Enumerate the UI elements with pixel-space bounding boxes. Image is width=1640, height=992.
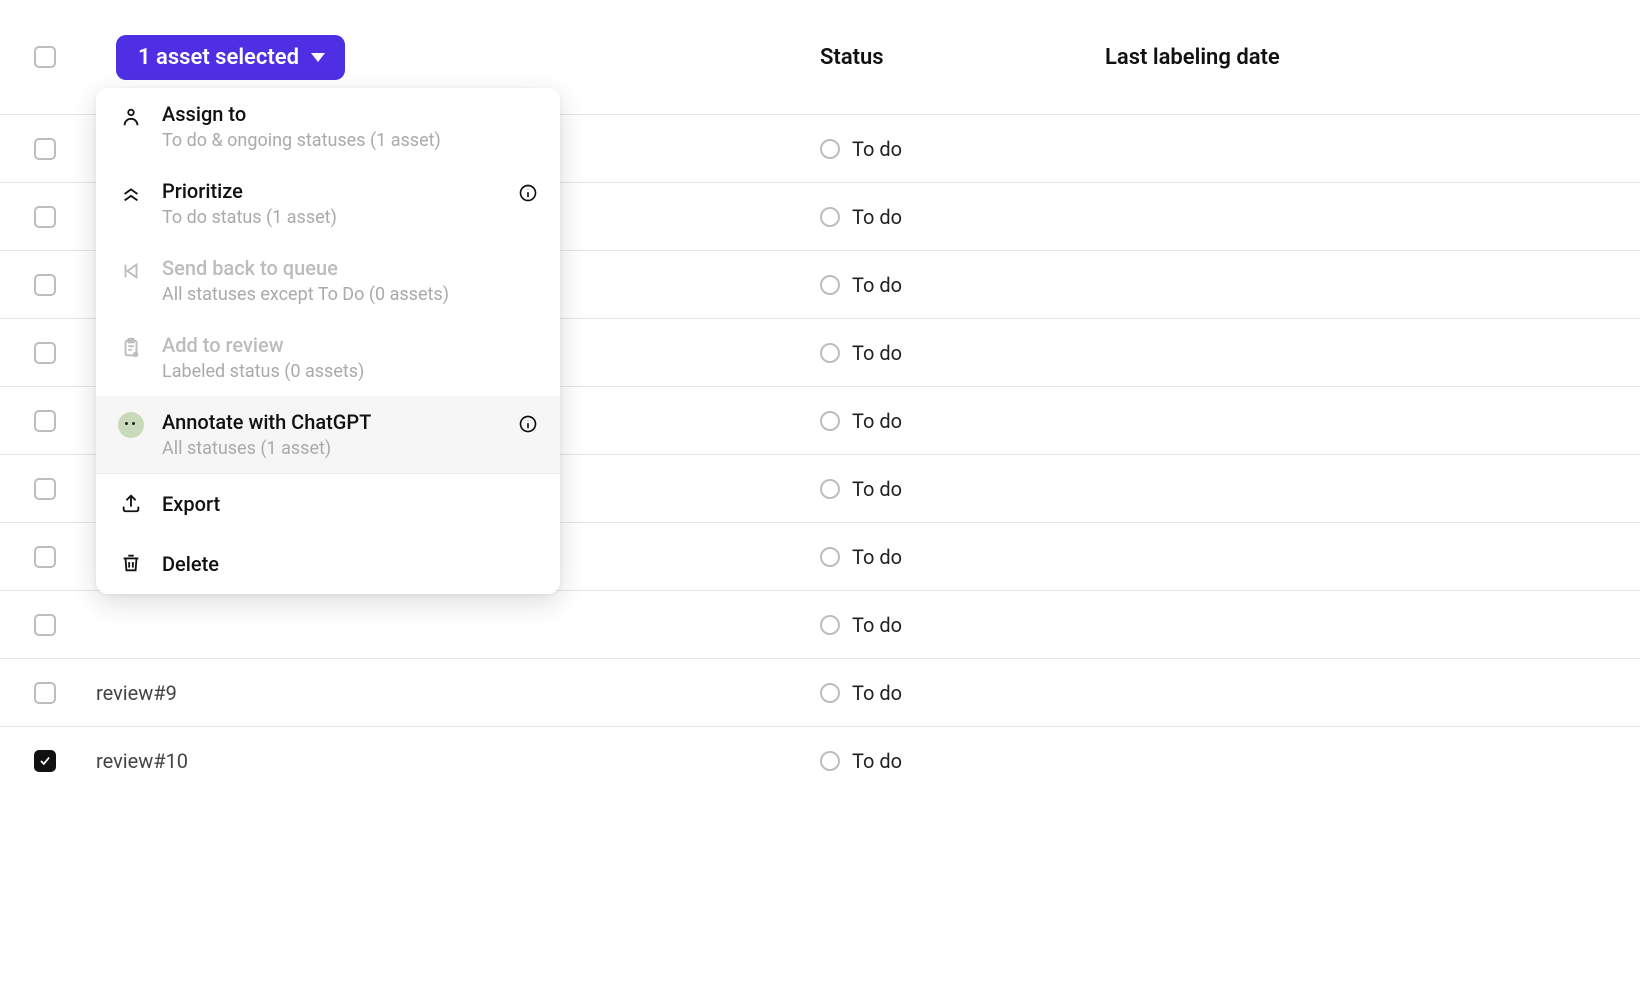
status-circle-icon bbox=[820, 343, 840, 363]
row-checkbox[interactable] bbox=[34, 750, 56, 772]
status-circle-icon bbox=[820, 275, 840, 295]
status-cell: To do bbox=[820, 273, 902, 297]
status-text: To do bbox=[852, 137, 902, 161]
status-text: To do bbox=[852, 681, 902, 705]
status-text: To do bbox=[852, 613, 902, 637]
asset-name: review#10 bbox=[96, 749, 188, 773]
info-icon[interactable] bbox=[518, 414, 538, 438]
status-text: To do bbox=[852, 749, 902, 773]
info-icon[interactable] bbox=[518, 183, 538, 207]
status-circle-icon bbox=[820, 547, 840, 567]
status-cell: To do bbox=[820, 681, 902, 705]
person-icon bbox=[118, 104, 144, 130]
table-row[interactable]: review#9 To do bbox=[0, 658, 1640, 726]
row-checkbox[interactable] bbox=[34, 682, 56, 704]
menu-title: Prioritize bbox=[162, 179, 538, 203]
status-cell: To do bbox=[820, 205, 902, 229]
menu-title: Annotate with ChatGPT bbox=[162, 410, 538, 434]
menu-title: Delete bbox=[162, 548, 538, 580]
trash-icon bbox=[118, 550, 144, 576]
row-checkbox[interactable] bbox=[34, 410, 56, 432]
row-checkbox[interactable] bbox=[34, 206, 56, 228]
selection-count-label: 1 asset selected bbox=[138, 45, 299, 70]
status-cell: To do bbox=[820, 749, 902, 773]
status-cell: To do bbox=[820, 613, 902, 637]
menu-title: Export bbox=[162, 488, 538, 520]
status-circle-icon bbox=[820, 615, 840, 635]
row-checkbox[interactable] bbox=[34, 274, 56, 296]
menu-subtitle: To do & ongoing statuses (1 asset) bbox=[162, 130, 538, 151]
table-row[interactable]: To do bbox=[0, 590, 1640, 658]
menu-item-add-review: Add to review Labeled status (0 assets) bbox=[96, 319, 560, 396]
status-cell: To do bbox=[820, 409, 902, 433]
chatgpt-icon bbox=[118, 412, 144, 438]
selection-actions-button[interactable]: 1 asset selected bbox=[116, 35, 345, 80]
row-checkbox[interactable] bbox=[34, 614, 56, 636]
status-text: To do bbox=[852, 477, 902, 501]
status-text: To do bbox=[852, 205, 902, 229]
menu-subtitle: All statuses except To Do (0 assets) bbox=[162, 284, 538, 305]
menu-item-send-back: Send back to queue All statuses except T… bbox=[96, 242, 560, 319]
table-row[interactable]: review#10 To do bbox=[0, 726, 1640, 794]
status-cell: To do bbox=[820, 341, 902, 365]
status-circle-icon bbox=[820, 751, 840, 771]
status-cell: To do bbox=[820, 477, 902, 501]
date-column-header: Last labeling date bbox=[1105, 45, 1280, 70]
caret-down-icon bbox=[311, 53, 325, 62]
menu-subtitle: To do status (1 asset) bbox=[162, 207, 538, 228]
row-checkbox[interactable] bbox=[34, 342, 56, 364]
clipboard-icon bbox=[118, 335, 144, 361]
menu-item-assign[interactable]: Assign to To do & ongoing statuses (1 as… bbox=[96, 88, 560, 165]
row-checkbox[interactable] bbox=[34, 138, 56, 160]
status-cell: To do bbox=[820, 137, 902, 161]
status-circle-icon bbox=[820, 479, 840, 499]
menu-subtitle: Labeled status (0 assets) bbox=[162, 361, 538, 382]
menu-title: Add to review bbox=[162, 333, 538, 357]
status-text: To do bbox=[852, 341, 902, 365]
select-all-checkbox[interactable] bbox=[34, 46, 56, 68]
upload-icon bbox=[118, 490, 144, 516]
status-circle-icon bbox=[820, 207, 840, 227]
status-cell: To do bbox=[820, 545, 902, 569]
menu-title: Send back to queue bbox=[162, 256, 538, 280]
menu-item-annotate-chatgpt[interactable]: Annotate with ChatGPT All statuses (1 as… bbox=[96, 396, 560, 473]
status-text: To do bbox=[852, 409, 902, 433]
menu-item-delete[interactable]: Delete bbox=[96, 534, 560, 594]
menu-title: Assign to bbox=[162, 102, 538, 126]
menu-item-prioritize[interactable]: Prioritize To do status (1 asset) bbox=[96, 165, 560, 242]
selection-actions-menu: Assign to To do & ongoing statuses (1 as… bbox=[96, 88, 560, 594]
row-checkbox[interactable] bbox=[34, 478, 56, 500]
status-circle-icon bbox=[820, 411, 840, 431]
chevrons-up-icon bbox=[118, 181, 144, 207]
status-column-header: Status bbox=[820, 45, 884, 70]
row-checkbox[interactable] bbox=[34, 546, 56, 568]
skip-back-icon bbox=[118, 258, 144, 284]
status-circle-icon bbox=[820, 139, 840, 159]
status-circle-icon bbox=[820, 683, 840, 703]
asset-name: review#9 bbox=[96, 681, 177, 705]
status-text: To do bbox=[852, 273, 902, 297]
menu-subtitle: All statuses (1 asset) bbox=[162, 438, 538, 459]
status-text: To do bbox=[852, 545, 902, 569]
menu-item-export[interactable]: Export bbox=[96, 474, 560, 534]
